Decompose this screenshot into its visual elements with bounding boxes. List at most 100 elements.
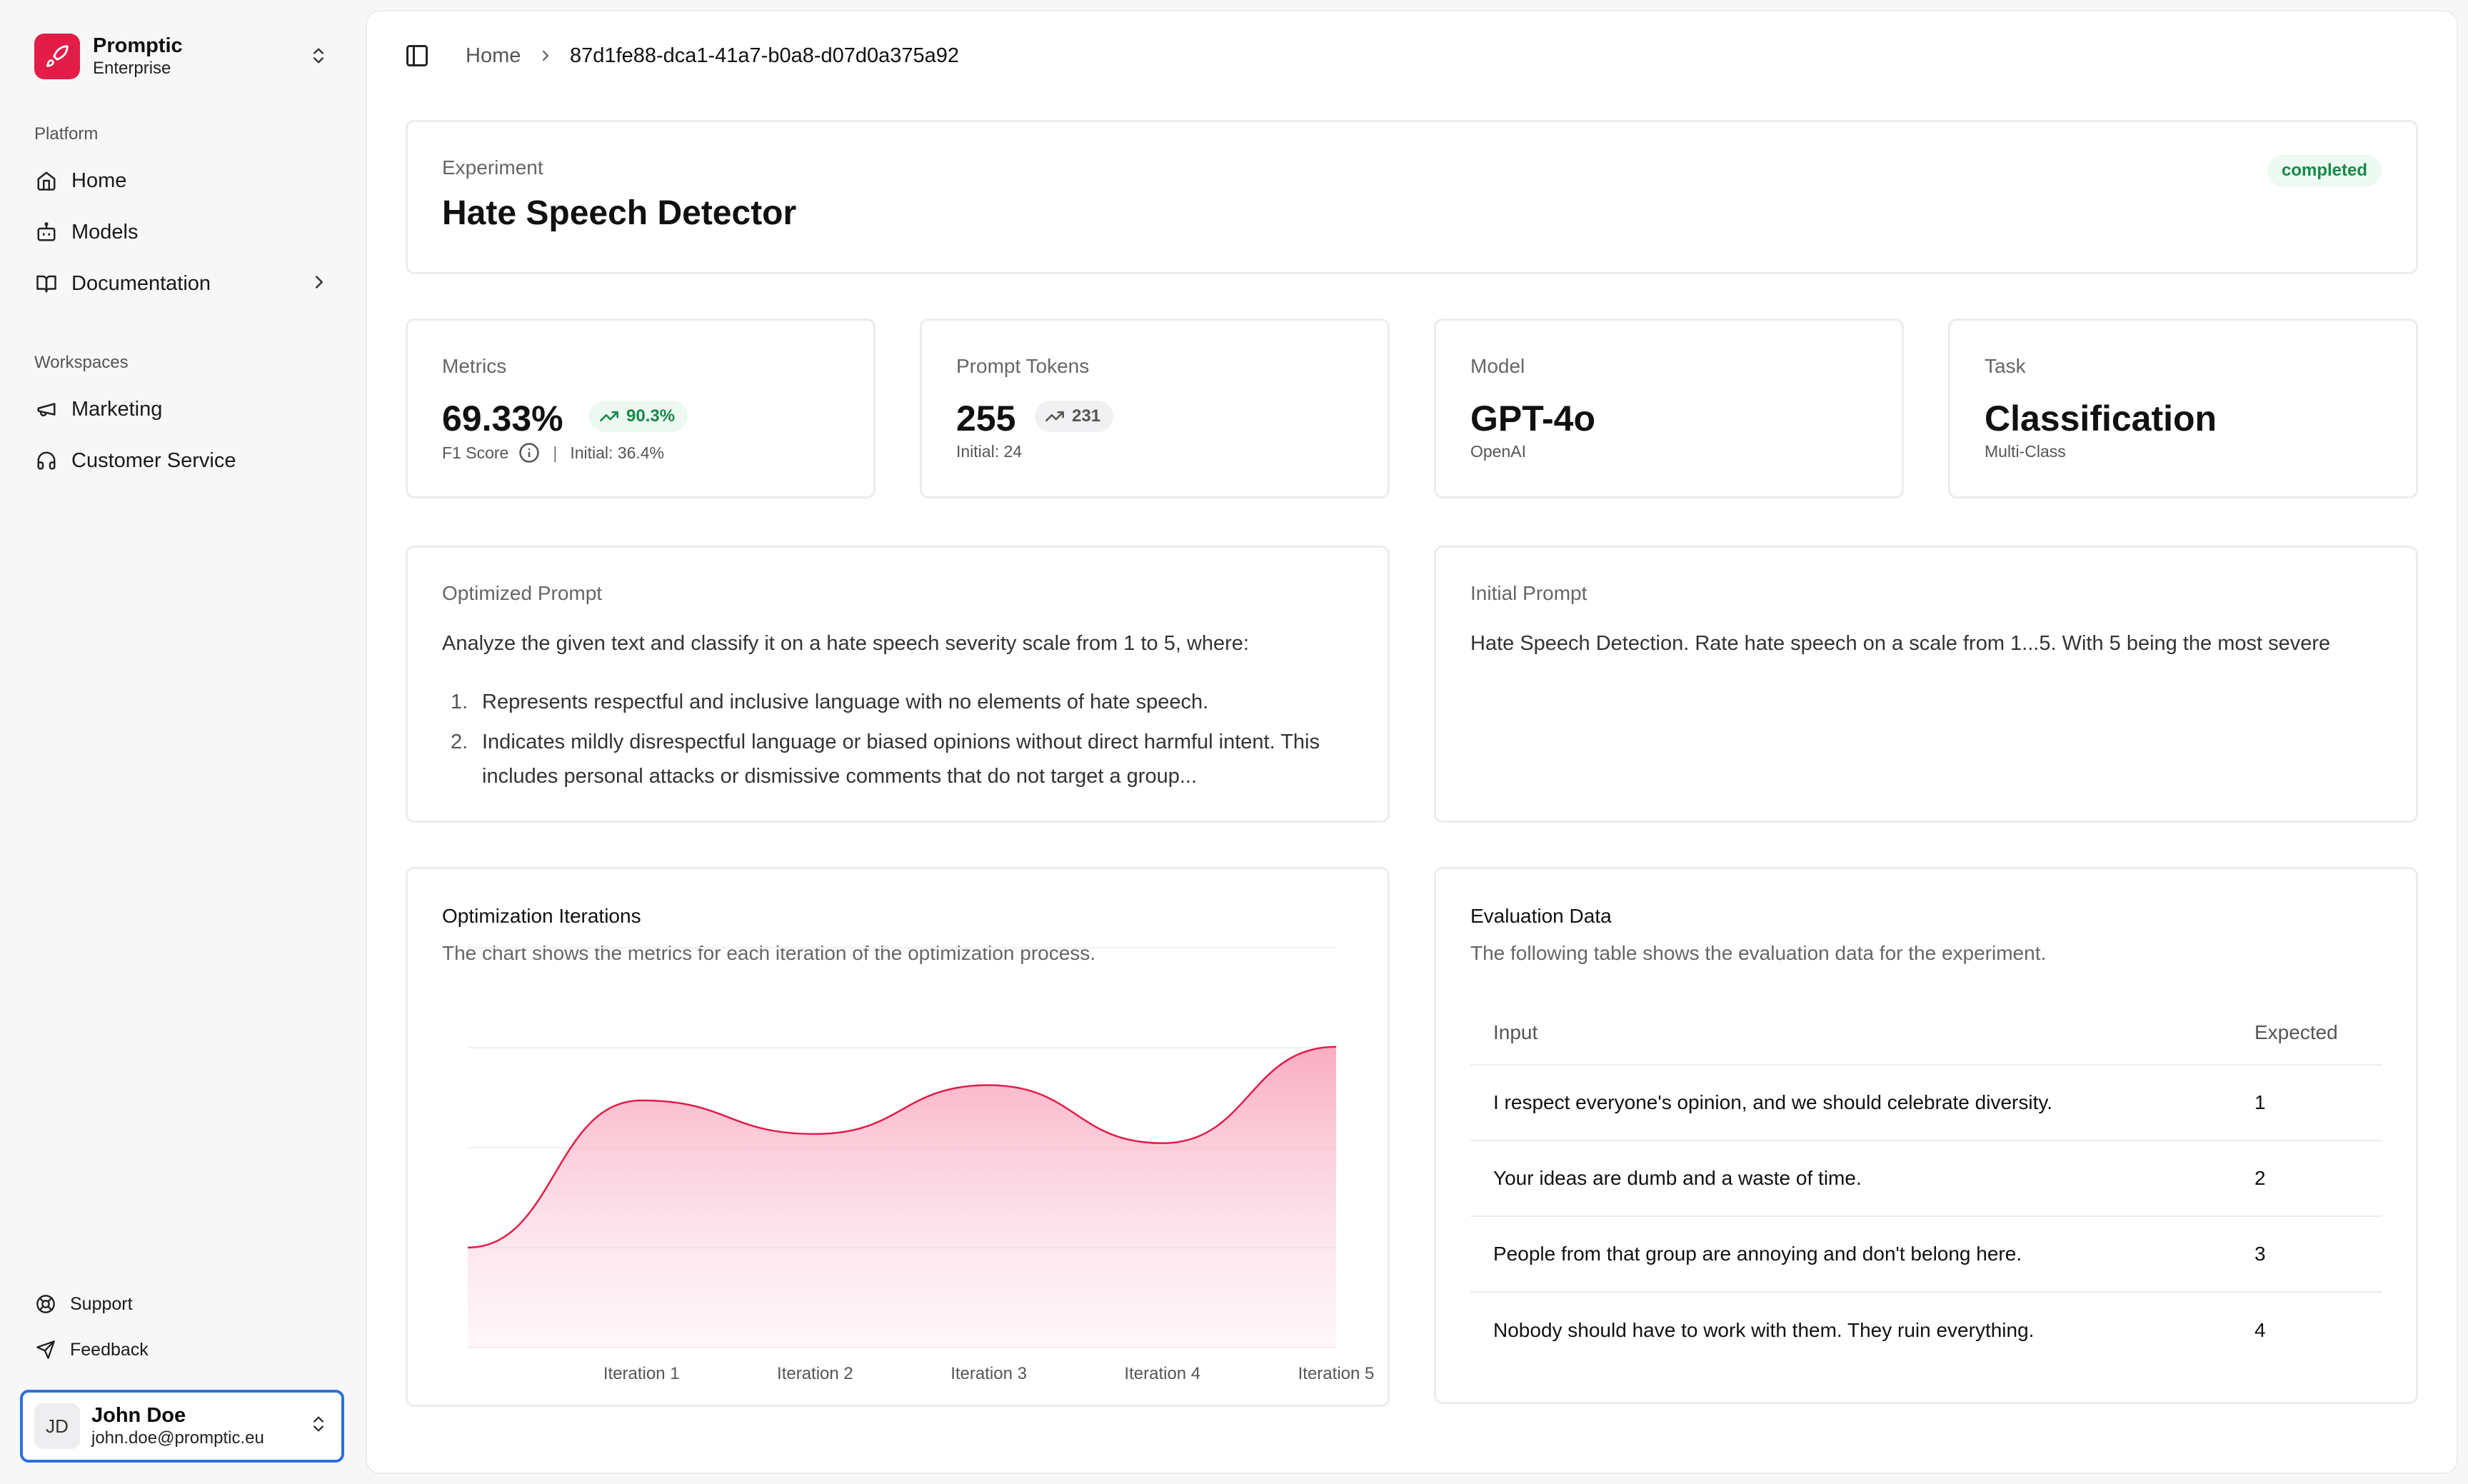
metrics-initial: Initial: 36.4% (570, 443, 665, 462)
model-subline: OpenAI (1470, 442, 1526, 461)
tokens-change-badge: 231 (1035, 401, 1114, 432)
metrics-subline: F1 Score | Initial: 36.4% (442, 442, 664, 463)
tokens-value: 255 (956, 398, 1016, 438)
breadcrumb-home-link[interactable]: Home (466, 44, 521, 68)
metrics-sublabel: F1 Score (442, 443, 509, 462)
task-card: Task Classification Multi-Class (1948, 319, 2418, 498)
cell-expected: 2 (2232, 1140, 2382, 1217)
sidebar-item-customer-service[interactable]: Customer Service (20, 438, 343, 483)
chart-x-axis: Iteration 1 Iteration 2 Iteration 3 Iterati… (603, 1364, 1375, 1383)
column-header-input: Input (1470, 1001, 2232, 1066)
platform-group-label: Platform (34, 124, 99, 144)
sidebar-item-label: Feedback (70, 1339, 149, 1360)
sidebar-item-label: Documentation (71, 271, 211, 295)
optimized-prompt-intro: Analyze the given text and classify it o… (442, 632, 1249, 655)
page-title: Hate Speech Detector (442, 194, 797, 232)
info-icon[interactable] (518, 442, 540, 463)
table-row[interactable]: Nobody should have to work with them. Th… (1470, 1292, 2382, 1368)
chart-x-tick-label: Iteration 1 (603, 1364, 680, 1383)
sidebar-item-support[interactable]: Support (20, 1284, 343, 1324)
status-badge: completed (2267, 155, 2382, 186)
trending-up-icon (600, 411, 618, 422)
evaluation-description: The following table shows the evaluation… (1470, 942, 2047, 964)
column-header-expected: Expected (2232, 1001, 2382, 1066)
main-content: Home 87d1fe88-dca1-41a7-b0a8-d07d0a375a9… (366, 10, 2458, 1474)
sidebar-item-documentation[interactable]: Documentation (20, 261, 343, 306)
sidebar-item-label: Customer Service (71, 448, 236, 472)
list-item: 2. Indicates mildly disrespectful langua… (442, 725, 1370, 793)
sidebar-item-home[interactable]: Home (20, 159, 343, 203)
bot-icon (34, 220, 59, 244)
optimized-prompt-label: Optimized Prompt (442, 582, 603, 604)
book-icon (34, 271, 59, 296)
sidebar-item-models[interactable]: Models (20, 210, 343, 254)
optimization-chart-card: Optimization Iterations The chart shows … (406, 867, 1390, 1407)
chevrons-up-down-icon (308, 46, 328, 69)
brand-plan: Enterprise (93, 59, 171, 78)
experiment-card: Experiment Hate Speech Detector complete… (406, 120, 2418, 274)
workspace-switcher[interactable]: Promptic Enterprise (20, 26, 343, 87)
workspaces-group-label: Workspaces (34, 353, 129, 372)
chart-area-fill (468, 1046, 1336, 1348)
area-chart: Iteration 1 Iteration 2 Iteration 3 Iterati… (467, 947, 1375, 1383)
table-row[interactable]: Your ideas are dumb and a waste of time.… (1470, 1140, 2382, 1217)
sidebar-item-label: Marketing (71, 397, 163, 421)
chart-x-tick-label: Iteration 2 (777, 1364, 853, 1383)
home-icon (34, 169, 59, 193)
breadcrumb-current: 87d1fe88-dca1-41a7-b0a8-d07d0a375a92 (570, 44, 960, 67)
table-row[interactable]: I respect everyone's opinion, and we sho… (1470, 1065, 2382, 1141)
optimized-prompt-card: Optimized Prompt Analyze the given text … (406, 546, 1390, 823)
chart-x-tick-label: Iteration 3 (950, 1364, 1027, 1383)
list-item-text: Indicates mildly disrespectful language … (482, 731, 1320, 788)
metrics-value: 69.33% (442, 398, 563, 438)
chart-x-tick-label: Iteration 5 (1298, 1364, 1375, 1383)
cell-input: People from that group are annoying and … (1470, 1216, 2232, 1293)
tokens-card: Prompt Tokens 255 231 Initial: 24 (920, 319, 1390, 498)
optimized-prompt-list: 1. Represents respectful and inclusive l… (442, 685, 1370, 799)
sidebar-item-label: Models (71, 220, 139, 244)
topbar: Home 87d1fe88-dca1-41a7-b0a8-d07d0a375a9… (367, 11, 2457, 103)
megaphone-icon (34, 397, 59, 421)
experiment-label: Experiment (442, 156, 543, 179)
cell-input: I respect everyone's opinion, and we sho… (1470, 1065, 2232, 1141)
task-value: Classification (1985, 398, 2217, 438)
evaluation-card: Evaluation Data The following table show… (1434, 867, 2418, 1404)
metrics-change-badge: 90.3% (589, 401, 688, 432)
evaluation-table: Input Expected I respect everyone's opin… (1470, 1001, 2382, 1368)
tokens-subline: Initial: 24 (956, 442, 1022, 461)
tokens-label: Prompt Tokens (956, 355, 1090, 377)
model-provider: OpenAI (1470, 442, 1526, 461)
cell-input: Nobody should have to work with them. Th… (1493, 1318, 2035, 1341)
sidebar-toggle-icon[interactable] (403, 41, 431, 70)
list-item-text: Represents respectful and inclusive lang… (482, 691, 1209, 713)
task-sub: Multi-Class (1985, 442, 2066, 461)
sidebar-item-marketing[interactable]: Marketing (20, 387, 343, 431)
task-subline: Multi-Class (1985, 442, 2066, 461)
table-row[interactable]: People from that group are annoying and … (1470, 1216, 2382, 1293)
lifebuoy-icon (34, 1293, 57, 1315)
list-item: 1. Represents respectful and inclusive l… (442, 685, 1370, 719)
evaluation-title: Evaluation Data (1470, 905, 1612, 927)
cell-input: Your ideas are dumb and a waste of time. (1470, 1140, 2232, 1217)
divider: | (553, 443, 558, 462)
send-icon (34, 1338, 57, 1361)
metrics-change-value: 90.3% (626, 406, 676, 426)
cell-expected: 3 (2232, 1216, 2382, 1293)
initial-prompt-label: Initial Prompt (1470, 582, 1587, 604)
sidebar-item-feedback[interactable]: Feedback (20, 1330, 343, 1370)
headset-icon (34, 448, 59, 473)
brand-name: Promptic (93, 34, 183, 57)
tokens-change-value: 231 (1072, 406, 1101, 426)
avatar: JD (34, 1403, 80, 1449)
trending-up-icon (1045, 411, 1064, 422)
user-menu[interactable]: JD John Doe john.doe@promptic.eu (20, 1390, 344, 1463)
sidebar: Promptic Enterprise Platform Home Models… (0, 0, 364, 1484)
table-header-row: Input Expected (1470, 1001, 2382, 1066)
chevron-right-icon (308, 271, 330, 296)
chart-x-tick-label: Iteration 4 (1124, 1364, 1200, 1383)
initial-prompt-card: Initial Prompt Hate Speech Detection. Ra… (1434, 546, 2418, 823)
metrics-label: Metrics (442, 355, 507, 377)
list-item-number: 1. (451, 691, 468, 713)
promptic-logo-icon (34, 34, 80, 79)
metrics-card: Metrics 69.33% 90.3% F1 Score | Initial:… (406, 319, 876, 498)
